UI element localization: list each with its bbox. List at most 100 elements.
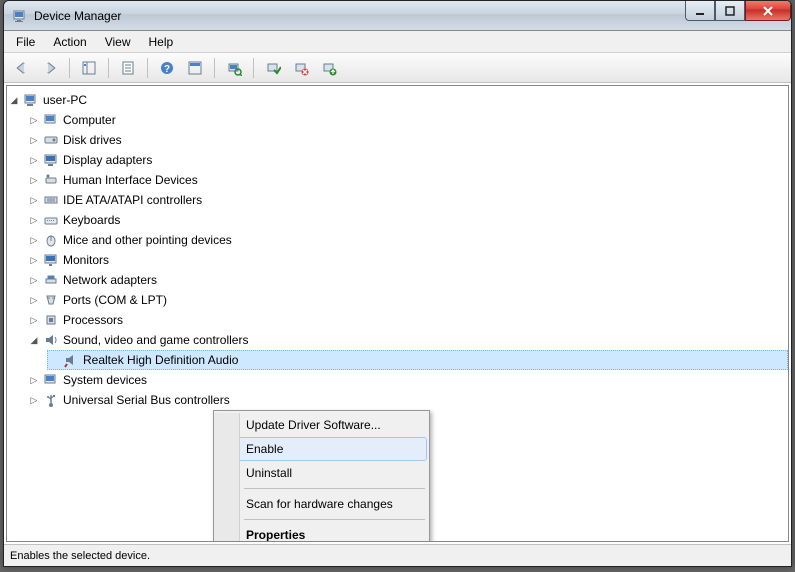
hid-icon	[43, 172, 59, 188]
disk-icon	[43, 132, 59, 148]
app-icon	[12, 8, 28, 24]
close-button[interactable]	[745, 1, 791, 21]
context-menu-separator	[244, 519, 425, 520]
network-icon	[43, 272, 59, 288]
ide-icon	[43, 192, 59, 208]
tree-item-hid[interactable]: ▷ Human Interface Devices	[27, 170, 788, 190]
titlebar[interactable]: Device Manager	[4, 1, 791, 31]
tree-item-label: Realtek High Definition Audio	[83, 351, 238, 369]
toolbar-separator	[108, 58, 109, 78]
collapse-icon[interactable]: ◢	[29, 335, 39, 345]
toolbar-separator	[147, 58, 148, 78]
tree-item-network[interactable]: ▷ Network adapters	[27, 270, 788, 290]
context-menu-properties[interactable]: Properties	[216, 523, 427, 542]
context-menu-enable[interactable]: Enable	[216, 437, 427, 461]
device-tree-panel[interactable]: ◢ user-PC ▷ Computer ▷ Disk dr	[6, 85, 789, 542]
tree-item-label: Processors	[63, 311, 123, 329]
tree-item-disk[interactable]: ▷ Disk drives	[27, 130, 788, 150]
tree-item-label: Universal Serial Bus controllers	[63, 391, 230, 409]
tree-item-sound[interactable]: ◢ Sound, video and game controllers	[27, 330, 788, 350]
back-button[interactable]	[10, 56, 34, 80]
tree-item-usb[interactable]: ▷ Universal Serial Bus controllers	[27, 390, 788, 410]
expand-icon[interactable]: ▷	[29, 375, 39, 385]
statusbar: Enables the selected device.	[4, 544, 791, 566]
context-menu: Update Driver Software... Enable Uninsta…	[213, 410, 430, 542]
expand-icon[interactable]: ▷	[29, 255, 39, 265]
window-title: Device Manager	[34, 9, 121, 23]
tree-item-label: Keyboards	[63, 211, 120, 229]
expand-icon[interactable]: ▷	[29, 195, 39, 205]
tree-item-label: Mice and other pointing devices	[63, 231, 232, 249]
menubar: File Action View Help	[4, 31, 791, 53]
expand-icon[interactable]: ▷	[29, 275, 39, 285]
tree-item-label: Human Interface Devices	[63, 171, 198, 189]
tree-item-ide[interactable]: ▷ IDE ATA/ATAPI controllers	[27, 190, 788, 210]
device-manager-window: Device Manager File Action View Help	[3, 0, 792, 567]
expand-icon[interactable]: ▷	[29, 115, 39, 125]
tree-item-computer[interactable]: ▷ Computer	[27, 110, 788, 130]
update-driver-button[interactable]	[317, 56, 341, 80]
tree-item-label: System devices	[63, 371, 147, 389]
window-controls	[685, 1, 791, 21]
tree-item-keyboards[interactable]: ▷ Keyboards	[27, 210, 788, 230]
menu-view[interactable]: View	[97, 33, 139, 51]
tree-item-label: Ports (COM & LPT)	[63, 291, 167, 309]
tree-item-processors[interactable]: ▷ Processors	[27, 310, 788, 330]
svg-text:?: ?	[164, 64, 170, 75]
context-menu-separator	[244, 488, 425, 489]
context-menu-update-driver[interactable]: Update Driver Software...	[216, 413, 427, 437]
expand-icon[interactable]: ▷	[29, 295, 39, 305]
context-menu-gutter	[214, 413, 240, 542]
usb-icon	[43, 392, 59, 408]
collapse-icon[interactable]: ◢	[9, 95, 19, 105]
system-icon	[43, 372, 59, 388]
ports-icon	[43, 292, 59, 308]
tree-item-label: Sound, video and game controllers	[63, 331, 248, 349]
tree-item-label: Monitors	[63, 251, 109, 269]
tree-item-display[interactable]: ▷ Display adapters	[27, 150, 788, 170]
computer-icon	[43, 112, 59, 128]
tree-root[interactable]: ◢ user-PC	[7, 90, 788, 110]
sound-icon	[43, 332, 59, 348]
toolbar-separator	[69, 58, 70, 78]
properties-button[interactable]	[116, 56, 140, 80]
expand-icon[interactable]: ▷	[29, 215, 39, 225]
tree-item-label: Computer	[63, 111, 116, 129]
toolbar-separator	[214, 58, 215, 78]
expand-icon[interactable]: ▷	[29, 155, 39, 165]
expand-icon[interactable]: ▷	[29, 315, 39, 325]
sound-device-icon	[63, 352, 79, 368]
help-button[interactable]: ?	[155, 56, 179, 80]
expand-icon[interactable]: ▷	[29, 175, 39, 185]
tree-item-label: IDE ATA/ATAPI controllers	[63, 191, 202, 209]
context-menu-scan[interactable]: Scan for hardware changes	[216, 492, 427, 516]
show-hide-tree-button[interactable]	[77, 56, 101, 80]
tree-item-realtek-audio[interactable]: ▷ Realtek High Definition Audio	[47, 350, 788, 370]
toolbar-separator	[253, 58, 254, 78]
menu-help[interactable]: Help	[141, 33, 182, 51]
tree-root-label: user-PC	[43, 91, 87, 109]
uninstall-button[interactable]	[289, 56, 313, 80]
expand-icon[interactable]: ▷	[29, 135, 39, 145]
display-icon	[43, 152, 59, 168]
tree-item-system[interactable]: ▷ System devices	[27, 370, 788, 390]
expand-icon[interactable]: ▷	[29, 235, 39, 245]
menu-file[interactable]: File	[8, 33, 43, 51]
tree-item-monitors[interactable]: ▷ Monitors	[27, 250, 788, 270]
context-menu-uninstall[interactable]: Uninstall	[216, 461, 427, 485]
minimize-button[interactable]	[685, 1, 715, 21]
tree-item-label: Disk drives	[63, 131, 122, 149]
menu-action[interactable]: Action	[45, 33, 94, 51]
tree-item-label: Display adapters	[63, 151, 152, 169]
processor-icon	[43, 312, 59, 328]
tree-item-mice[interactable]: ▷ Mice and other pointing devices	[27, 230, 788, 250]
scan-hardware-button[interactable]	[222, 56, 246, 80]
action-button[interactable]	[183, 56, 207, 80]
tree-item-ports[interactable]: ▷ Ports (COM & LPT)	[27, 290, 788, 310]
toolbar: ?	[4, 53, 791, 83]
forward-button[interactable]	[38, 56, 62, 80]
maximize-button[interactable]	[715, 1, 745, 21]
enable-button[interactable]	[261, 56, 285, 80]
expand-icon[interactable]: ▷	[29, 395, 39, 405]
tree-item-label: Network adapters	[63, 271, 157, 289]
